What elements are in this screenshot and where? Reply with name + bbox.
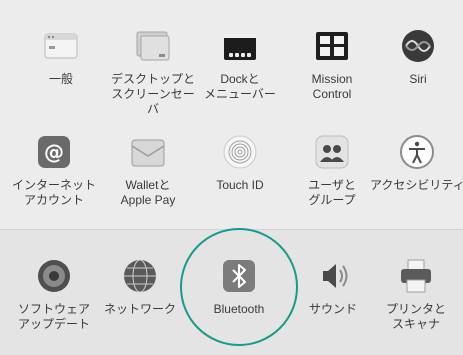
svg-text:@: @	[44, 140, 64, 164]
pane-label: ネットワーク	[103, 302, 176, 316]
pane-label: インターネット アカウント	[11, 178, 96, 207]
pane-wallet-applepay[interactable]: Walletと Apple Pay	[102, 132, 194, 208]
pane-label: 一般	[48, 72, 73, 86]
pane-label: プリンタと スキャナ	[385, 302, 446, 331]
pane-printers-scanners[interactable]: プリンタと スキャナ	[370, 256, 462, 332]
pane-mission-control[interactable]: Mission Control	[286, 26, 378, 102]
printer-icon	[396, 256, 436, 296]
pane-desktop-screensaver[interactable]: デスクトップと スクリーンセーバ	[107, 26, 199, 117]
pane-general[interactable]: 一般	[15, 26, 107, 87]
wallet-icon	[128, 132, 168, 172]
pane-siri[interactable]: Siri	[372, 26, 463, 87]
network-icon	[120, 256, 160, 296]
pane-dock-menubar[interactable]: Dockと メニューバー	[194, 26, 286, 102]
pane-users-groups[interactable]: ユーザと グループ	[286, 132, 378, 208]
general-icon	[41, 26, 81, 66]
pane-network[interactable]: ネットワーク	[94, 256, 186, 317]
fingerprint-icon	[220, 132, 260, 172]
pane-label: Walletと Apple Pay	[120, 178, 176, 207]
accessibility-icon	[397, 132, 437, 172]
pane-label: Mission Control	[311, 72, 353, 101]
pane-label: Dockと メニューバー	[204, 72, 276, 101]
pane-software-update[interactable]: ソフトウェア アップデート	[8, 256, 100, 332]
pane-accessibility[interactable]: アクセシビリティ	[370, 132, 463, 193]
pane-label: アクセシビリティ	[370, 178, 463, 192]
desktop-screensaver-icon	[133, 26, 173, 66]
dock-icon	[220, 26, 260, 66]
bluetooth-icon	[219, 256, 259, 296]
pane-bluetooth[interactable]: Bluetooth	[193, 256, 285, 317]
pane-label: サウンド	[308, 302, 357, 316]
users-groups-icon	[312, 132, 352, 172]
software-update-icon	[34, 256, 74, 296]
pane-label: デスクトップと スクリーンセーバ	[110, 72, 195, 116]
mission-control-icon	[312, 26, 352, 66]
pane-label: Touch ID	[216, 178, 264, 192]
pane-label: Siri	[409, 72, 427, 86]
sound-icon	[313, 256, 353, 296]
pane-label: ユーザと グループ	[308, 178, 356, 207]
pane-label: Bluetooth	[213, 302, 265, 316]
internet-accounts-icon: @	[34, 132, 74, 172]
pane-internet-accounts[interactable]: @ インターネット アカウント	[8, 132, 100, 208]
pane-label: ソフトウェア アップデート	[17, 302, 90, 331]
pane-touch-id[interactable]: Touch ID	[194, 132, 286, 193]
pane-sound[interactable]: サウンド	[287, 256, 379, 317]
siri-icon	[398, 26, 438, 66]
